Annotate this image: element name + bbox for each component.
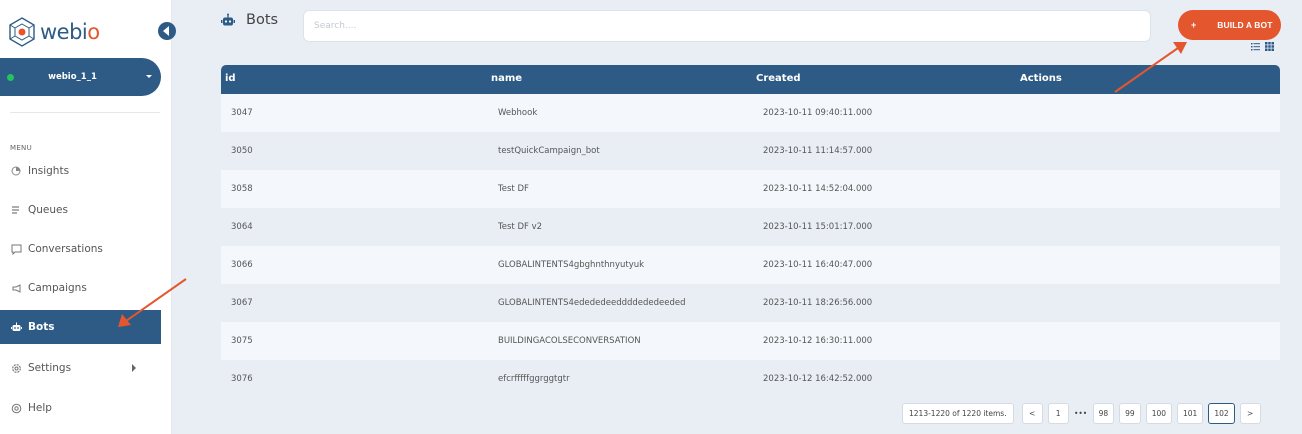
conversations-icon xyxy=(10,243,22,255)
pagination: 1213-1220 of 1220 items. < 1 ••• 98 99 1… xyxy=(902,403,1261,424)
sidebar-item-queues[interactable]: Queues xyxy=(0,193,161,227)
column-header-name[interactable]: name xyxy=(491,73,522,84)
robot-icon xyxy=(10,321,22,333)
table-row[interactable]: 3047 Webhook 2023-10-11 09:40:11.000 xyxy=(221,94,1280,132)
cell-id: 3067 xyxy=(231,298,253,308)
help-icon xyxy=(10,402,22,414)
cell-created: 2023-10-11 14:52:04.000 xyxy=(763,184,873,194)
sidebar-item-label: Queues xyxy=(28,204,68,216)
current-page-button[interactable]: 102 xyxy=(1208,403,1235,424)
sidebar-item-campaigns[interactable]: Campaigns xyxy=(0,271,161,305)
webio-logo-icon xyxy=(9,17,35,47)
pagination-info: 1213-1220 of 1220 items. xyxy=(902,403,1014,424)
table-row[interactable]: 3058 Test DF 2023-10-11 14:52:04.000 xyxy=(221,170,1280,208)
page-title-text: Bots xyxy=(246,12,279,28)
campaigns-icon xyxy=(10,282,22,294)
page-button[interactable]: 99 xyxy=(1119,403,1141,424)
insights-icon xyxy=(10,165,22,177)
cell-created: 2023-10-11 11:14:57.000 xyxy=(763,146,873,156)
table-row[interactable]: 3066 GLOBALINTENTS4gbghnthnyutyuk 2023-10-… xyxy=(221,246,1280,284)
cell-created: 2023-10-12 16:30:11.000 xyxy=(763,336,873,346)
logo-text-accent: o xyxy=(87,20,100,44)
plus-icon: + xyxy=(1191,20,1197,30)
cell-created: 2023-10-11 09:40:11.000 xyxy=(763,108,873,118)
sidebar-item-settings[interactable]: Settings xyxy=(0,351,161,385)
search-input[interactable] xyxy=(303,10,1151,42)
collapse-sidebar-icon[interactable] xyxy=(158,22,176,40)
cell-id: 3050 xyxy=(231,146,253,156)
table-header: id name Created Actions xyxy=(221,65,1280,94)
chevron-right-icon xyxy=(132,364,136,372)
table-row[interactable]: 3075 BUILDINGACOLSECONVERSATION 2023-10-12… xyxy=(221,322,1280,360)
column-header-id[interactable]: id xyxy=(225,73,236,84)
webio-logo[interactable]: webio xyxy=(6,16,100,48)
sidebar-item-conversations[interactable]: Conversations xyxy=(0,232,161,266)
cell-name: GLOBALINTENTS4edededeeddddededeeded xyxy=(498,298,686,308)
bots-table: id name Created Actions 3047 Webhook 2023-… xyxy=(221,65,1280,398)
sidebar-item-label: Insights xyxy=(28,165,70,177)
sidebar-item-help[interactable]: Help xyxy=(0,391,161,425)
cell-created: 2023-10-12 16:42:52.000 xyxy=(763,374,873,384)
page-button[interactable]: 101 xyxy=(1177,403,1204,424)
sidebar: webio webio_1_1 MENU Insights Queues Con… xyxy=(0,0,176,434)
cell-id: 3075 xyxy=(231,336,253,346)
cell-name: efcrfffffggrggtgtr xyxy=(498,374,570,384)
prev-page-button[interactable]: < xyxy=(1021,403,1043,424)
chevron-down-icon xyxy=(146,75,152,78)
logo-text-main: webi xyxy=(40,20,88,44)
next-page-button[interactable]: > xyxy=(1239,403,1261,424)
cell-created: 2023-10-11 15:01:17.000 xyxy=(763,222,873,232)
table-row[interactable]: 3050 testQuickCampaign_bot 2023-10-11 11:1… xyxy=(221,132,1280,170)
sidebar-item-label: Campaigns xyxy=(28,282,87,294)
sidebar-divider xyxy=(10,112,160,113)
sidebar-item-label: Help xyxy=(28,402,52,414)
build-bot-button[interactable]: + BUILD A BOT xyxy=(1178,10,1281,40)
view-toggle xyxy=(1251,42,1274,51)
cell-id: 3058 xyxy=(231,184,253,194)
cell-id: 3064 xyxy=(231,222,253,232)
list-view-icon[interactable] xyxy=(1251,42,1260,51)
cell-name: GLOBALINTENTS4gbghnthnyutyuk xyxy=(498,260,645,270)
page-button[interactable]: 98 xyxy=(1092,403,1115,424)
queues-icon xyxy=(10,204,22,216)
cell-created: 2023-10-11 16:40:47.000 xyxy=(763,260,873,270)
sidebar-item-bots[interactable]: Bots xyxy=(0,310,161,344)
cell-created: 2023-10-11 18:26:56.000 xyxy=(763,298,873,308)
menu-label: MENU xyxy=(10,144,33,152)
cell-name: Test DF xyxy=(498,184,529,194)
pagination-ellipsis[interactable]: ••• xyxy=(1074,403,1088,424)
webio-logo-text: webio xyxy=(40,20,100,44)
page-button[interactable]: 100 xyxy=(1145,403,1173,424)
cell-name: BUILDINGACOLSECONVERSATION xyxy=(498,336,641,346)
grid-view-icon[interactable] xyxy=(1265,42,1274,51)
column-header-actions: Actions xyxy=(1020,73,1062,84)
table-row[interactable]: 3064 Test DF v2 2023-10-11 15:01:17.000 xyxy=(221,208,1280,246)
table-row[interactable]: 3076 efcrfffffggrggtgtr 2023-10-12 16:42:5… xyxy=(221,360,1280,398)
cell-name: Webhook xyxy=(498,108,538,118)
cell-name: Test DF v2 xyxy=(498,222,543,232)
column-header-created[interactable]: Created xyxy=(756,73,801,84)
cell-name: testQuickCampaign_bot xyxy=(498,146,600,156)
cell-id: 3047 xyxy=(231,108,253,118)
robot-icon xyxy=(221,13,235,26)
sidebar-item-label: Conversations xyxy=(28,243,103,255)
workspace-name: webio_1_1 xyxy=(48,72,97,82)
page-title: Bots xyxy=(221,12,278,28)
sidebar-item-label: Settings xyxy=(28,362,72,374)
gear-icon xyxy=(10,362,22,374)
page-button[interactable]: 1 xyxy=(1047,403,1069,424)
cell-id: 3066 xyxy=(231,260,253,270)
cell-id: 3076 xyxy=(231,374,253,384)
workspace-selector[interactable]: webio_1_1 xyxy=(0,58,161,96)
table-row[interactable]: 3067 GLOBALINTENTS4edededeeddddededeeded 2… xyxy=(221,284,1280,322)
sidebar-item-insights[interactable]: Insights xyxy=(0,154,161,188)
table-body: 3047 Webhook 2023-10-11 09:40:11.000 3050 t… xyxy=(221,94,1280,398)
sidebar-item-label: Bots xyxy=(28,321,55,333)
build-bot-label: BUILD A BOT xyxy=(1217,20,1273,30)
